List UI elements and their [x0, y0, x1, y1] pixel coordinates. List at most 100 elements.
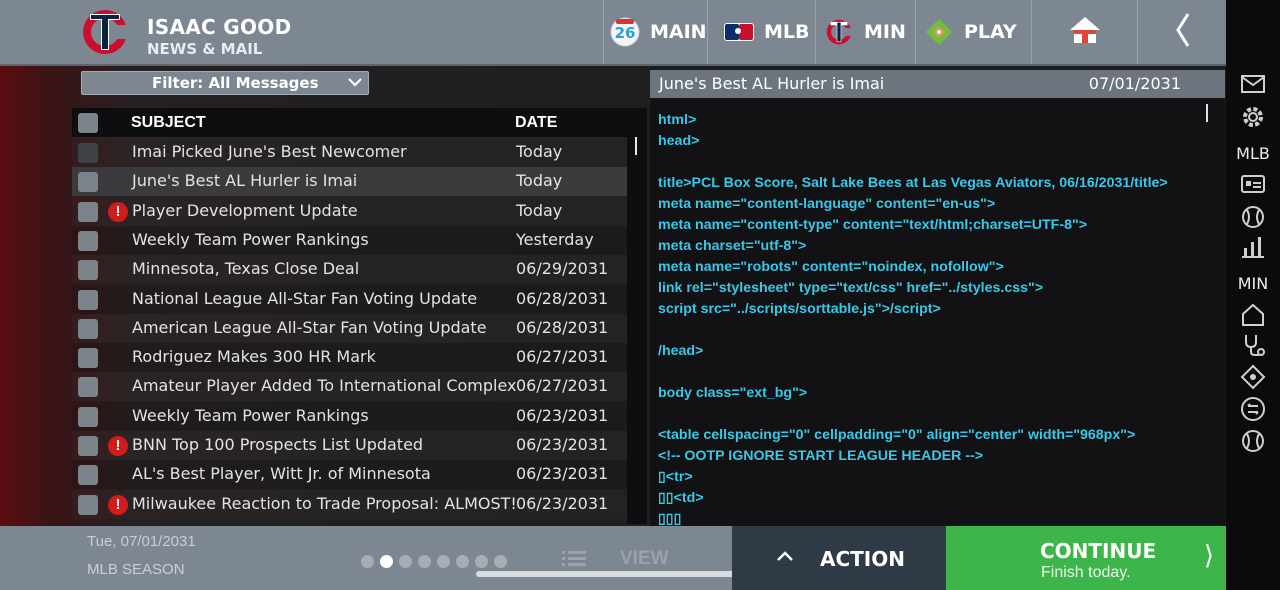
- page-dot[interactable]: [475, 555, 488, 568]
- message-subject: Imai Picked June's Best Newcomer: [132, 142, 407, 161]
- page-dot[interactable]: [494, 555, 507, 568]
- row-checkbox[interactable]: [78, 260, 98, 281]
- message-code-text: html> head> title>PCL Box Score, Salt Lake…: [658, 110, 1203, 526]
- diamond-icon[interactable]: [1226, 364, 1280, 390]
- row-checkbox[interactable]: [78, 230, 98, 251]
- manager-name: ISAAC GOOD: [147, 15, 292, 39]
- message-row[interactable]: Weekly Team Power Rankings Yesterday: [72, 225, 627, 255]
- page-dot[interactable]: [361, 555, 374, 568]
- nav-main[interactable]: 26 MAIN: [603, 0, 708, 64]
- message-subject: Weekly Team Power Rankings: [132, 229, 369, 249]
- message-date: Today: [516, 200, 563, 220]
- chevron-down-icon: [348, 78, 362, 87]
- row-checkbox[interactable]: [78, 406, 98, 427]
- subject-column-header[interactable]: SUBJECT: [131, 114, 206, 132]
- message-row[interactable]: AL's Best Player, Witt Jr. of Minnesota 0…: [72, 460, 627, 490]
- view-label: VIEW: [620, 548, 669, 569]
- list-scrollbar-thumb[interactable]: [635, 137, 637, 155]
- baseball-diamond-icon: [924, 17, 954, 47]
- twins-logo-icon[interactable]: [80, 7, 130, 57]
- nav-min[interactable]: MIN: [815, 0, 916, 64]
- message-row[interactable]: Imai Picked June's Best Newcomer Today: [72, 138, 627, 167]
- message-date: Yesterday: [516, 229, 594, 249]
- row-checkbox[interactable]: [78, 172, 98, 193]
- message-scrollbar-thumb[interactable]: [1206, 104, 1208, 122]
- mlb-logo-icon: [724, 17, 754, 47]
- select-all-checkbox[interactable]: [78, 113, 98, 133]
- list-scrollbar[interactable]: [627, 108, 647, 524]
- row-checkbox[interactable]: [78, 436, 98, 456]
- action-button[interactable]: ACTION: [732, 526, 946, 590]
- row-checkbox[interactable]: [78, 318, 98, 339]
- message-row[interactable]: Weekly Team Power Rankings 06/23/2031: [72, 401, 627, 431]
- twins-logo-small-icon: [824, 17, 854, 47]
- message-row[interactable]: National League All-Star Fan Voting Upda…: [72, 284, 627, 314]
- message-date: 06/27/2031: [516, 347, 609, 367]
- id-card-icon[interactable]: [1226, 174, 1280, 194]
- message-row[interactable]: June's Best AL Hurler is Imai Today: [72, 167, 627, 197]
- baseball-icon[interactable]: [1226, 204, 1280, 230]
- medical-icon[interactable]: [1226, 332, 1280, 358]
- message-row[interactable]: American League All-Star Fan Voting Upda…: [72, 314, 627, 343]
- page-dot[interactable]: [399, 555, 412, 568]
- row-checkbox[interactable]: [78, 377, 98, 398]
- message-body[interactable]: html> head> title>PCL Box Score, Salt Lake…: [650, 98, 1225, 526]
- message-date: 06/27/2031: [516, 376, 609, 396]
- view-button[interactable]: VIEW: [520, 526, 732, 590]
- message-title: June's Best AL Hurler is Imai: [659, 74, 885, 93]
- nav-mlb[interactable]: MLB: [707, 0, 816, 64]
- message-filter-dropdown[interactable]: Filter: All Messages: [81, 71, 369, 95]
- gear-icon[interactable]: [1226, 104, 1280, 130]
- message-subject: AL's Best Player, Witt Jr. of Minnesota: [132, 464, 431, 484]
- message-date: 06/23/2031: [516, 405, 609, 425]
- date-column-header[interactable]: DATE: [515, 114, 557, 132]
- continue-button[interactable]: CONTINUE Finish today. ⟩: [946, 526, 1226, 590]
- code-line: ▯▯▯: [658, 511, 682, 526]
- trade-icon[interactable]: [1226, 396, 1280, 422]
- message-date: 06/28/2031: [516, 288, 609, 308]
- bar-chart-icon[interactable]: [1226, 234, 1280, 260]
- code-line: <!-- OOTP IGNORE START LEAGUE HEADER -->: [658, 448, 984, 464]
- row-checkbox[interactable]: [78, 289, 98, 310]
- row-checkbox[interactable]: [78, 201, 98, 222]
- row-checkbox[interactable]: [78, 348, 98, 369]
- message-date: 07/01/2031: [1088, 74, 1181, 93]
- row-checkbox[interactable]: [78, 143, 98, 163]
- code-line: link rel="stylesheet" type="text/css" hr…: [658, 280, 1044, 296]
- page-dot[interactable]: [456, 555, 469, 568]
- alert-icon: !: [108, 436, 128, 456]
- sidebar-min-label[interactable]: MIN: [1226, 274, 1280, 293]
- home-outline-icon[interactable]: [1226, 302, 1280, 328]
- code-line: ▯<tr>: [658, 469, 693, 485]
- message-date: 06/29/2031: [516, 259, 609, 279]
- back-button[interactable]: [1137, 0, 1227, 64]
- continue-label: CONTINUE: [1040, 539, 1157, 563]
- chevron-left-icon: [1175, 12, 1191, 53]
- code-line: meta charset="utf-8">: [658, 238, 807, 254]
- nav-main-label: MAIN: [650, 21, 707, 43]
- page-dot[interactable]: [418, 555, 431, 568]
- nav-mlb-label: MLB: [764, 21, 810, 43]
- code-line: ▯▯<td>: [658, 490, 704, 506]
- message-row[interactable]: Rodriguez Makes 300 HR Mark 06/27/2031: [72, 343, 627, 373]
- row-checkbox[interactable]: [78, 494, 98, 515]
- message-row[interactable]: ! Milwaukee Reaction to Trade Proposal: A…: [72, 490, 627, 519]
- row-checkbox[interactable]: [78, 465, 98, 486]
- filter-label: Filter: All Messages: [152, 74, 319, 92]
- message-row[interactable]: ! BNN Top 100 Prospects List Updated 06/23…: [72, 431, 627, 460]
- baseball-icon-2[interactable]: [1226, 428, 1280, 454]
- chevron-up-icon: [777, 551, 793, 561]
- page-dot[interactable]: [380, 555, 393, 568]
- nav-play[interactable]: PLAY: [915, 0, 1032, 64]
- message-subject: Weekly Team Power Rankings: [132, 405, 369, 425]
- home-button[interactable]: [1031, 0, 1138, 64]
- mail-icon[interactable]: [1226, 74, 1280, 94]
- sidebar-mlb-label[interactable]: MLB: [1226, 144, 1280, 163]
- message-row[interactable]: ! Player Development Update Today: [72, 197, 627, 226]
- season-phase: MLB SEASON: [87, 561, 185, 578]
- page-indicator[interactable]: [361, 555, 507, 568]
- page-dot[interactable]: [437, 555, 450, 568]
- message-row[interactable]: Minnesota, Texas Close Deal 06/29/2031: [72, 255, 627, 284]
- message-row[interactable]: Amateur Player Added To International Co…: [72, 372, 627, 401]
